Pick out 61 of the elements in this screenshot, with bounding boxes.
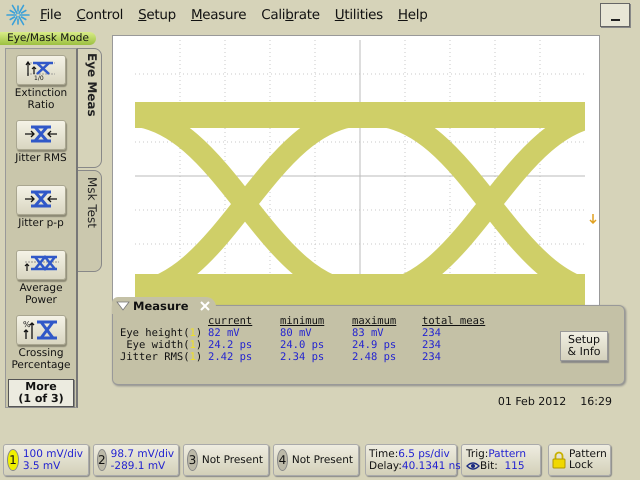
trigger-button[interactable]: Trig:Pattern Bit: 115 bbox=[461, 444, 541, 476]
menu-item[interactable]: File bbox=[34, 7, 70, 23]
button-label: Jitter p-p bbox=[16, 217, 65, 229]
side-tab[interactable]: Msk Test bbox=[78, 170, 102, 272]
menu-item[interactable]: Utilities bbox=[328, 7, 392, 23]
starburst-icon bbox=[6, 3, 30, 27]
level-marker-icon bbox=[589, 214, 597, 224]
channel-number: 2 bbox=[97, 449, 107, 471]
table-cell-text: 2.48 ps bbox=[352, 351, 398, 363]
date-text: 01 Feb 2012 bbox=[498, 395, 566, 408]
setup-info-button[interactable]: Setup & Info bbox=[560, 331, 608, 361]
table-cell-text: 2.42 ps bbox=[208, 351, 254, 363]
panel-title: Measure bbox=[133, 298, 189, 312]
measure-button[interactable] bbox=[16, 185, 66, 215]
measure-button[interactable] bbox=[16, 120, 66, 150]
mode-label: Eye/Mask Mode bbox=[0, 32, 96, 45]
menu-item[interactable]: Help bbox=[392, 7, 436, 23]
table-cell-text: 80 mV bbox=[280, 327, 313, 339]
eye-icon bbox=[466, 461, 480, 471]
button-label: Extinction Ratio bbox=[14, 87, 68, 111]
table-cell-text: 24.0 ps bbox=[280, 339, 326, 351]
pattern-lock-button[interactable]: Pattern Lock bbox=[548, 444, 611, 476]
row-label: Eye height(1) bbox=[120, 327, 204, 339]
menu-item[interactable]: Calibrate bbox=[255, 7, 329, 23]
channel-number: 1 bbox=[7, 449, 19, 471]
channel-button[interactable]: 4 Not Present bbox=[273, 444, 359, 476]
column-header: maximum bbox=[352, 315, 398, 327]
table-cell-text: 24.2 ps bbox=[208, 339, 254, 351]
table-cell-text: 2.34 ps bbox=[280, 351, 326, 363]
menu-item[interactable]: Control bbox=[70, 7, 132, 23]
column-header: minimum bbox=[280, 315, 326, 327]
channel-button[interactable]: 3 Not Present bbox=[183, 444, 269, 476]
close-icon bbox=[200, 300, 210, 310]
padlock-icon bbox=[552, 451, 566, 469]
menu-item[interactable]: Setup bbox=[132, 7, 185, 23]
menu-item[interactable]: Measure bbox=[184, 7, 256, 23]
channel-status: Not Present bbox=[292, 454, 353, 466]
minimize-button[interactable] bbox=[600, 3, 630, 27]
channel-scale: 100 mV/div 3.5 mV bbox=[22, 448, 83, 472]
time-text: 16:29 bbox=[580, 395, 612, 408]
table-cell-text: 234 bbox=[422, 339, 442, 351]
channel-number: 4 bbox=[277, 449, 288, 471]
column-header: total meas bbox=[422, 315, 486, 327]
table-cell-text: 24.9 ps bbox=[352, 339, 398, 351]
side-tab[interactable]: Eye Meas bbox=[78, 48, 102, 168]
more-button[interactable]: More (1 of 3) bbox=[8, 379, 74, 407]
channel-number: 3 bbox=[187, 449, 198, 471]
measure-button[interactable]: % bbox=[16, 315, 66, 345]
channel-scale: 98.7 mV/div -289.1 mV bbox=[110, 448, 174, 472]
button-label: Crossing Percentage bbox=[10, 347, 72, 371]
row-label: Jitter RMS(1) bbox=[120, 351, 204, 363]
row-label: Eye width(1) bbox=[125, 339, 204, 351]
column-header: current bbox=[208, 315, 254, 327]
channel-status: Not Present bbox=[202, 454, 263, 466]
table-cell-text: 234 bbox=[422, 327, 442, 339]
button-label: Average Power bbox=[18, 282, 64, 306]
collapse-triangle-icon bbox=[116, 300, 130, 310]
table-cell-text: 234 bbox=[422, 351, 442, 363]
button-label: Jitter RMS bbox=[14, 152, 68, 164]
table-cell-text: 82 mV bbox=[208, 327, 241, 339]
table-cell-text: 83 mV bbox=[352, 327, 385, 339]
